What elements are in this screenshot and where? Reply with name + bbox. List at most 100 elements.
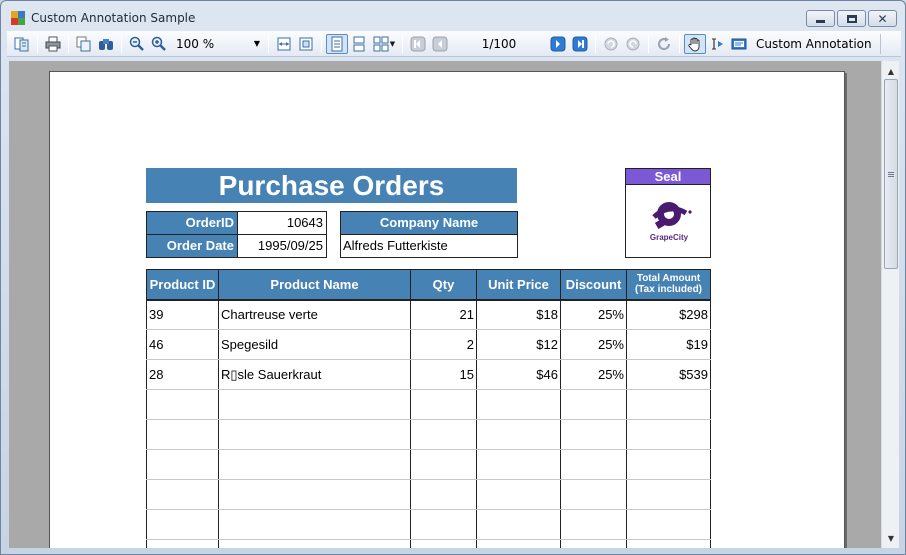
- cell-qty: 21: [410, 299, 477, 330]
- chevron-down-icon: ▼: [389, 39, 396, 48]
- multi-page-icon: [373, 36, 389, 51]
- table-header-row: Product ID Product Name Qty Unit Price D…: [146, 269, 711, 301]
- back-icon: [604, 37, 618, 50]
- copy-icon: [76, 36, 91, 51]
- seal-label: Seal: [626, 169, 710, 185]
- table-row-empty: [146, 419, 711, 450]
- fit-page-button[interactable]: [295, 34, 317, 54]
- report-title: Purchase Orders: [146, 168, 517, 203]
- cell-total: $19: [626, 329, 711, 360]
- next-page-button[interactable]: [547, 34, 569, 54]
- seal-logo-text: GrapeCity: [649, 233, 689, 242]
- fit-width-button[interactable]: [273, 34, 295, 54]
- printer-icon: [45, 36, 61, 51]
- toolbar-separator: [321, 34, 322, 53]
- binoculars-icon: [99, 38, 113, 50]
- multi-page-button[interactable]: ▼: [370, 34, 398, 54]
- forward-icon: [626, 37, 640, 50]
- toolbar-separator: [648, 34, 649, 53]
- column-header-total-amount: Total Amount (Tax included): [626, 269, 711, 301]
- zoom-in-button[interactable]: [148, 34, 170, 54]
- maximize-button[interactable]: [837, 10, 866, 27]
- toolbar-separator: [37, 34, 38, 53]
- last-page-icon: [572, 36, 588, 51]
- table-row-empty: [146, 539, 711, 548]
- table-row: 39 Chartreuse verte 21 $18 25% $298: [146, 299, 711, 330]
- toolbar-separator: [595, 34, 596, 53]
- cell-total: $539: [626, 359, 711, 390]
- app-window: Custom Annotation Sample ✕ 100 % ▼ ▼ 1/1…: [0, 0, 906, 555]
- chevron-down-icon: ▼: [253, 39, 260, 48]
- cell-unit-price: $46: [476, 359, 561, 390]
- order-id-label: OrderID: [146, 211, 238, 235]
- back-button[interactable]: [600, 34, 622, 54]
- zoom-in-icon: [151, 36, 166, 51]
- copy-button[interactable]: [73, 34, 95, 54]
- zoom-select[interactable]: 100 % ▼: [172, 34, 264, 54]
- cell-product-id: 28: [146, 359, 219, 390]
- toolbar-separator: [402, 34, 403, 53]
- cell-product-name: R▯sle Sauerkraut: [218, 359, 411, 390]
- find-button[interactable]: [95, 34, 117, 54]
- print-button[interactable]: [42, 34, 64, 54]
- first-page-button[interactable]: [407, 34, 429, 54]
- title-bar: Custom Annotation Sample ✕: [1, 1, 905, 31]
- cell-product-name: Spegesild: [218, 329, 411, 360]
- preview-area[interactable]: Purchase Orders OrderID 10643 Order Date…: [9, 61, 881, 548]
- column-header-qty: Qty: [410, 269, 477, 301]
- last-page-button[interactable]: [569, 34, 591, 54]
- column-header-discount: Discount: [560, 269, 627, 301]
- page-indicator[interactable]: 1/100: [451, 37, 547, 51]
- order-date-label: Order Date: [146, 234, 238, 258]
- table-row-empty: [146, 509, 711, 540]
- close-button[interactable]: ✕: [868, 10, 897, 27]
- table-row-empty: [146, 449, 711, 480]
- table-row: 28 R▯sle Sauerkraut 15 $46 25% $539: [146, 359, 711, 390]
- cell-total: $298: [626, 299, 711, 330]
- vertical-scrollbar[interactable]: ▲ ▼: [881, 61, 899, 548]
- fit-width-icon: [277, 37, 291, 50]
- seal-annotation[interactable]: Seal GrapeCity: [625, 168, 711, 258]
- custom-annotation-label[interactable]: Custom Annotation: [756, 33, 881, 54]
- cell-discount: 25%: [560, 329, 627, 360]
- column-header-product-name: Product Name: [218, 269, 411, 301]
- previous-page-button[interactable]: [429, 34, 451, 54]
- toolbar: 100 % ▼ ▼ 1/100 Custom Annotation: [7, 31, 901, 57]
- toolbar-separator: [268, 34, 269, 53]
- minimize-button[interactable]: [806, 10, 835, 27]
- scroll-thumb[interactable]: [884, 79, 898, 269]
- toolbar-separator: [68, 34, 69, 53]
- maximize-icon: [846, 14, 857, 23]
- cell-discount: 25%: [560, 299, 627, 330]
- single-page-button[interactable]: [326, 33, 348, 54]
- cell-qty: 15: [410, 359, 477, 390]
- annotation-icon: [731, 38, 747, 49]
- column-header-unit-price: Unit Price: [476, 269, 561, 301]
- cell-product-id: 46: [146, 329, 219, 360]
- cell-qty: 2: [410, 329, 477, 360]
- cell-product-id: 39: [146, 299, 219, 330]
- cell-unit-price: $12: [476, 329, 561, 360]
- pan-mode-button[interactable]: [684, 33, 706, 54]
- minimize-icon: [816, 19, 825, 23]
- order-date-value: 1995/09/25: [237, 234, 327, 258]
- refresh-button[interactable]: [653, 34, 675, 54]
- zoom-out-button[interactable]: [126, 34, 148, 54]
- scroll-down-arrow-icon[interactable]: ▼: [882, 530, 900, 546]
- close-icon: ✕: [877, 11, 888, 26]
- selection-mode-button[interactable]: [706, 34, 728, 54]
- window-title: Custom Annotation Sample: [31, 11, 196, 25]
- continuous-page-button[interactable]: [348, 34, 370, 54]
- fit-page-icon: [299, 37, 313, 50]
- order-details-table: Product ID Product Name Qty Unit Price D…: [146, 269, 711, 548]
- single-page-icon: [331, 36, 343, 51]
- scroll-up-arrow-icon[interactable]: ▲: [882, 63, 900, 79]
- company-name-label: Company Name: [340, 211, 518, 235]
- cell-discount: 25%: [560, 359, 627, 390]
- hand-icon: [688, 37, 700, 51]
- report-page: Purchase Orders OrderID 10643 Order Date…: [49, 71, 845, 548]
- continuous-page-icon: [353, 36, 365, 51]
- toc-button[interactable]: [11, 34, 33, 54]
- forward-button[interactable]: [622, 34, 644, 54]
- annotation-button[interactable]: [728, 34, 750, 54]
